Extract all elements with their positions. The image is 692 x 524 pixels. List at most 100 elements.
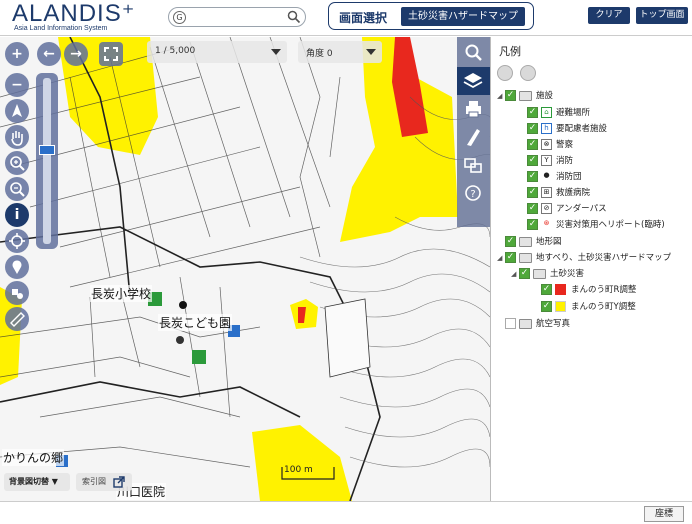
- checkbox[interactable]: ✓: [527, 187, 538, 198]
- checkbox[interactable]: ✓: [505, 236, 516, 247]
- measure-button[interactable]: [5, 307, 29, 331]
- checkbox[interactable]: ✓: [527, 155, 538, 166]
- legend-row-facilities[interactable]: ◢ ✓ 施設: [497, 89, 553, 103]
- zoom-out-button[interactable]: −: [5, 73, 29, 97]
- legend-title: 凡例: [499, 45, 521, 58]
- folder-icon: [519, 252, 532, 263]
- red-swatch: [555, 284, 566, 295]
- index-map-button[interactable]: 索引図: [76, 473, 132, 491]
- info-button[interactable]: i: [5, 203, 29, 227]
- zoom-in-area-button[interactable]: [5, 151, 29, 175]
- current-location-button[interactable]: [5, 229, 29, 253]
- legend-row-hospital[interactable]: ✓ ⊞ 救護病院: [527, 186, 590, 200]
- legend-label: 施設: [536, 91, 554, 101]
- scale-value: 1 / 5,000: [155, 46, 196, 56]
- coordinates-button[interactable]: 座標: [644, 506, 684, 522]
- care-facility-icon: h: [541, 123, 552, 134]
- angle-select[interactable]: 角度 0: [298, 41, 382, 63]
- pin-button[interactable]: [5, 255, 29, 279]
- collapse-icon[interactable]: ◢: [497, 89, 505, 103]
- legend-row-hazard-map[interactable]: ◢ ✓ 地すべり、土砂災害ハザードマップ: [497, 251, 671, 265]
- split-window-icon: [464, 158, 482, 173]
- legend-label: 土砂災害: [550, 269, 585, 279]
- checkbox[interactable]: ✓: [527, 171, 538, 182]
- crosshair-icon: [9, 233, 25, 249]
- zoom-out-area-button[interactable]: [5, 177, 29, 201]
- legend-label: 地形図: [536, 237, 562, 247]
- hand-icon: [11, 131, 23, 146]
- legend-row-fire[interactable]: ✓ Y 消防: [527, 154, 573, 168]
- heliport-icon: ⊛: [541, 219, 552, 230]
- annotation-tool-button[interactable]: [457, 123, 490, 151]
- map-canvas: [0, 37, 490, 501]
- map-view[interactable]: + − ← → i 1 / 5,000 角度 0 ? 長炭小学校 長炭こども園 …: [0, 37, 490, 501]
- background-switch-label: 背景図切替: [9, 477, 49, 486]
- checkbox[interactable]: ✓: [527, 123, 538, 134]
- zoom-slider-thumb[interactable]: [39, 145, 55, 155]
- zoom-slider[interactable]: [36, 73, 58, 249]
- help-tool-button[interactable]: ?: [457, 179, 490, 207]
- north-arrow-button[interactable]: [5, 99, 29, 123]
- collapse-icon[interactable]: ◢: [497, 251, 505, 265]
- measure-icon: [10, 312, 25, 327]
- search-icon[interactable]: [287, 10, 301, 24]
- checkbox[interactable]: ✓: [541, 301, 552, 312]
- logo-title: ALANDIS⁺: [12, 0, 136, 27]
- checkbox[interactable]: ✓: [527, 203, 538, 214]
- checkbox[interactable]: ✓: [527, 107, 538, 118]
- clear-button[interactable]: クリア: [588, 7, 630, 24]
- legend-row-sediment[interactable]: ◢ ✓ 土砂災害: [511, 267, 584, 281]
- chevron-down-icon: [271, 49, 281, 55]
- legend-row-care-facility[interactable]: ✓ h 要配慮者施設: [527, 122, 607, 136]
- search-box[interactable]: G: [168, 7, 306, 27]
- legend-row-yellow-zone[interactable]: ✓ まんのう町Y調整: [541, 300, 636, 314]
- search-input[interactable]: [191, 10, 283, 24]
- legend-label: 消防団: [556, 172, 582, 182]
- legend-list-icon[interactable]: [497, 65, 513, 81]
- evacuation-site-icon: ⌂: [541, 107, 552, 118]
- screen-select-dropdown[interactable]: 土砂災害ハザードマップ: [401, 7, 525, 26]
- google-g-icon: G: [173, 11, 186, 24]
- legend-row-police[interactable]: ✓ ⊗ 警察: [527, 138, 573, 152]
- checkbox[interactable]: ✓: [505, 90, 516, 101]
- checkbox[interactable]: ✓: [541, 284, 552, 295]
- status-bar: 座標: [0, 501, 692, 524]
- draw-tool-button[interactable]: [5, 281, 29, 305]
- fullscreen-button[interactable]: [99, 42, 123, 66]
- legend-row-evacuation[interactable]: ✓ ⌂ 避難場所: [527, 106, 590, 120]
- svg-text:?: ?: [470, 189, 475, 200]
- zoom-in-button[interactable]: +: [5, 42, 29, 66]
- legend-row-underpass[interactable]: ✓ ⊘ アンダーパス: [527, 202, 607, 216]
- legend-row-aerial[interactable]: 航空写真: [505, 317, 570, 331]
- collapse-icon[interactable]: ◢: [511, 267, 519, 281]
- checkbox[interactable]: ✓: [505, 252, 516, 263]
- legend-row-heliport[interactable]: ✓ ⊛ 災害対策用ヘリポート(臨時): [527, 218, 665, 232]
- checkbox[interactable]: ✓: [527, 139, 538, 150]
- checkbox[interactable]: [505, 318, 516, 329]
- legend-row-fire-brigade[interactable]: ✓ ● 消防団: [527, 170, 582, 184]
- fullscreen-icon: [104, 47, 118, 61]
- legend-globe-icon[interactable]: [519, 65, 536, 81]
- legend-row-topo[interactable]: ✓ 地形図: [505, 235, 562, 249]
- checkbox[interactable]: ✓: [527, 219, 538, 230]
- fire-brigade-icon: ●: [541, 171, 552, 182]
- external-link-icon: [112, 475, 125, 488]
- layers-tool-button[interactable]: [457, 67, 490, 95]
- back-button[interactable]: ←: [37, 42, 61, 66]
- search-tool-button[interactable]: [457, 39, 490, 67]
- school-label: 長炭小学校: [90, 285, 153, 302]
- top-screen-button[interactable]: トップ画面へ: [636, 7, 688, 37]
- chevron-down-icon: [366, 49, 376, 55]
- legend-label: 避難場所: [556, 108, 591, 118]
- search-icon: [465, 44, 482, 61]
- scale-select[interactable]: 1 / 5,000: [147, 41, 287, 63]
- checkbox[interactable]: ✓: [519, 268, 530, 279]
- legend-row-red-zone[interactable]: ✓ まんのう町R調整: [541, 283, 636, 297]
- forward-button[interactable]: →: [64, 42, 88, 66]
- print-tool-button[interactable]: [457, 95, 490, 123]
- legend-label: 消防: [556, 156, 574, 166]
- background-switch-button[interactable]: 背景図切替 ▼: [4, 473, 70, 491]
- app-header: ALANDIS⁺ Asia Land Information System G …: [0, 0, 692, 37]
- pan-hand-button[interactable]: [5, 125, 29, 149]
- compare-tool-button[interactable]: [457, 151, 490, 179]
